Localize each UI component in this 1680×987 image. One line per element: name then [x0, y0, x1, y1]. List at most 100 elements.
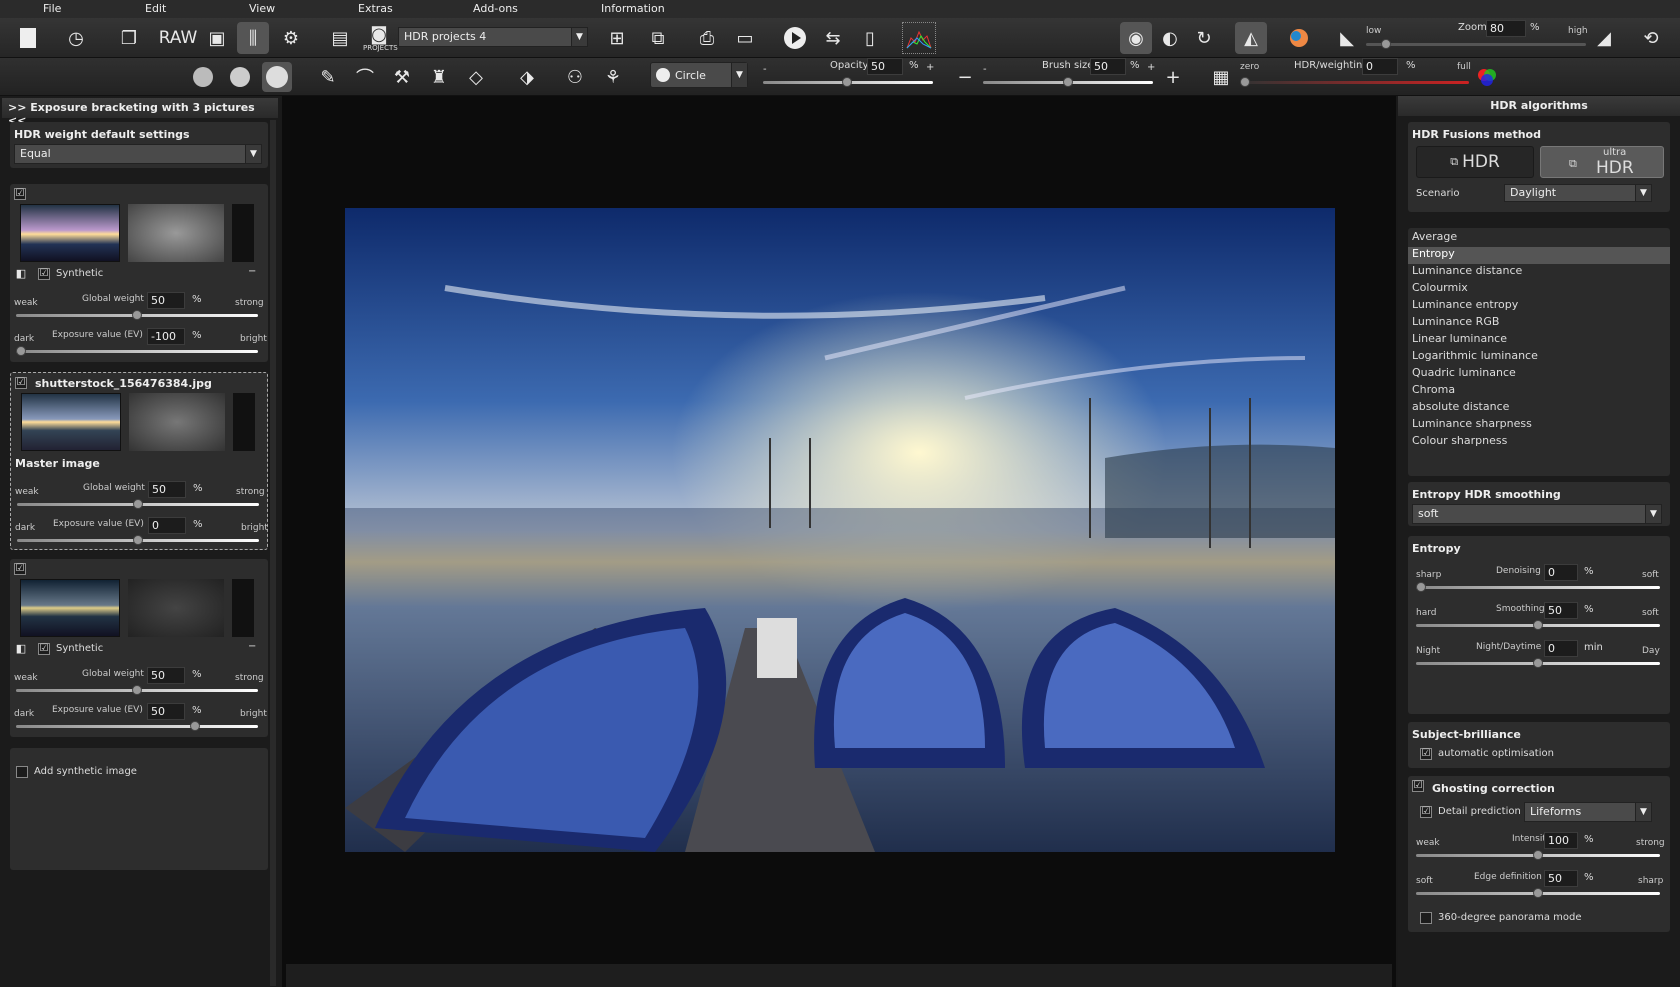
denoise-slider[interactable] — [1416, 586, 1660, 589]
tools-icon[interactable]: ⫼ — [237, 22, 269, 54]
rotate-compare-icon[interactable]: ◐ — [1155, 24, 1185, 52]
algorithm-item[interactable]: Quadric luminance — [1408, 366, 1670, 383]
gw3-knob[interactable] — [132, 685, 142, 695]
algorithm-item[interactable]: Chroma — [1408, 383, 1670, 400]
opacity-knob[interactable] — [842, 77, 852, 87]
preview-eye-icon[interactable]: ◉ — [1120, 22, 1152, 54]
menu-addons[interactable]: Add-ons — [473, 2, 518, 15]
algorithm-item[interactable]: Entropy — [1408, 247, 1670, 264]
new-file-icon[interactable] — [14, 24, 42, 52]
brush-icon[interactable]: ✎ — [315, 64, 341, 90]
algorithm-item[interactable]: Colourmix — [1408, 281, 1670, 298]
gw1-input[interactable]: 50 — [147, 292, 185, 309]
menu-view[interactable]: View — [249, 2, 275, 15]
hammer-icon[interactable]: ⚒ — [389, 64, 415, 90]
canvas-scrollbar[interactable] — [286, 964, 1392, 987]
minus-button[interactable]: − — [955, 64, 975, 90]
ev2-input[interactable]: 0 — [148, 517, 186, 534]
ultra-hdr-button[interactable]: ⧉ ultra HDR — [1540, 146, 1664, 178]
brush-small-icon[interactable] — [190, 64, 216, 90]
menu-extras[interactable]: Extras — [358, 2, 393, 15]
night-input[interactable]: 0 — [1544, 640, 1578, 657]
brush-size-input[interactable]: 50 — [1090, 58, 1126, 75]
layout-icon[interactable]: ⊞ — [601, 24, 633, 52]
info-icon[interactable]: ▯ — [856, 24, 884, 52]
detail-prediction-checkbox[interactable]: ☑ — [1420, 806, 1432, 818]
plus-button[interactable]: + — [1163, 64, 1183, 90]
default-settings-select[interactable]: Equal ▼ — [14, 144, 262, 164]
ev3-input[interactable]: 50 — [147, 703, 185, 720]
people-icon[interactable]: ⚇ — [562, 64, 588, 90]
hdr-preview-image[interactable] — [345, 208, 1335, 852]
images-icon[interactable]: ▣ — [201, 24, 233, 52]
night-knob[interactable] — [1533, 658, 1543, 668]
smoothing-select[interactable]: soft ▼ — [1412, 504, 1662, 524]
brush-medium-icon[interactable] — [227, 64, 253, 90]
scenario-select[interactable]: Daylight ▼ — [1504, 184, 1652, 202]
compare-icon[interactable]: ⇆ — [818, 24, 848, 52]
play-icon[interactable] — [779, 24, 811, 52]
hdr-mode-button[interactable]: ⧉ HDR — [1416, 146, 1534, 178]
synthetic-1-checkbox[interactable]: ☑ — [38, 268, 50, 280]
export-icon[interactable]: ⎙ — [693, 24, 721, 52]
save-icon[interactable]: ▤ — [326, 24, 354, 52]
auto-opt-checkbox[interactable]: ☑ — [1420, 748, 1432, 760]
menu-information[interactable]: Information — [601, 2, 665, 15]
histogram-icon[interactable] — [902, 22, 936, 54]
ev2-knob[interactable] — [133, 535, 143, 545]
batch-icon[interactable]: ⧉ — [644, 24, 672, 52]
image-3-toggle-icon[interactable]: ◧ — [14, 641, 28, 655]
synthetic-3-checkbox[interactable]: ☑ — [38, 643, 50, 655]
intensity-knob[interactable] — [1533, 850, 1543, 860]
detail-prediction-select[interactable]: Lifeforms ▼ — [1524, 802, 1652, 822]
zoom-high-icon[interactable]: ◢ — [1590, 24, 1618, 52]
zoom-slider-knob[interactable] — [1381, 39, 1391, 49]
ghosting-checkbox[interactable]: ☑ — [1412, 780, 1424, 792]
image-1-collapse-icon[interactable]: − — [248, 266, 256, 277]
zoom-input[interactable]: 80 — [1486, 20, 1526, 37]
algorithm-item[interactable]: Luminance entropy — [1408, 298, 1670, 315]
algorithm-item[interactable]: Luminance distance — [1408, 264, 1670, 281]
add-synthetic-checkbox[interactable] — [16, 766, 28, 778]
edge-knob[interactable] — [1533, 888, 1543, 898]
image-2-thumbnail[interactable] — [21, 393, 121, 451]
brush-large-icon[interactable] — [262, 62, 292, 92]
image-1-checkbox[interactable]: ☑ — [14, 188, 26, 200]
algorithm-item[interactable]: Luminance sharpness — [1408, 417, 1670, 434]
image-1-thumbnail[interactable] — [20, 204, 120, 262]
rgb-icon[interactable] — [1474, 64, 1500, 90]
menu-edit[interactable]: Edit — [145, 2, 166, 15]
recent-icon[interactable]: ◷ — [62, 24, 90, 52]
refresh-icon[interactable]: ↻ — [1190, 24, 1218, 52]
hdr-weighting-input[interactable]: 0 — [1362, 58, 1398, 75]
transform-icon[interactable]: ⟲ — [1636, 24, 1666, 52]
image-3-collapse-icon[interactable]: − — [248, 641, 256, 652]
fullscreen-icon[interactable]: ▭ — [730, 24, 760, 52]
left-scrollbar[interactable] — [270, 120, 276, 986]
eraser-icon[interactable]: ◇ — [463, 64, 489, 90]
project-select[interactable]: HDR projects 4 ▼ — [398, 27, 588, 47]
curve-icon[interactable]: ⌒ — [352, 64, 378, 90]
image-3-checkbox[interactable]: ☑ — [14, 563, 26, 575]
gw3-input[interactable]: 50 — [147, 667, 185, 684]
zoom-slider-track[interactable] — [1366, 43, 1586, 46]
projects-icon[interactable]: ◙ — [362, 22, 396, 46]
image-1-toggle-icon[interactable]: ◧ — [14, 266, 28, 280]
opacity-input[interactable]: 50 — [867, 58, 903, 75]
edge-input[interactable]: 50 — [1544, 870, 1578, 887]
algorithm-item[interactable]: Linear luminance — [1408, 332, 1670, 349]
denoise-knob[interactable] — [1416, 582, 1426, 592]
shape-select[interactable]: Circle ▼ — [650, 62, 748, 88]
algorithm-item[interactable]: absolute distance — [1408, 400, 1670, 417]
ev1-slider[interactable] — [16, 350, 258, 353]
figure-icon[interactable]: ⚘ — [600, 64, 626, 90]
smooth-input[interactable]: 50 — [1544, 602, 1578, 619]
brush-size-knob[interactable] — [1063, 77, 1073, 87]
ev3-slider[interactable] — [16, 725, 258, 728]
algorithm-item[interactable]: Luminance RGB — [1408, 315, 1670, 332]
algorithm-item[interactable]: Logarithmic luminance — [1408, 349, 1670, 366]
mirror-icon[interactable]: ◭ — [1235, 22, 1267, 54]
panorama-checkbox[interactable] — [1420, 912, 1432, 924]
hdr-weighting-knob[interactable] — [1240, 77, 1250, 87]
smooth-knob[interactable] — [1533, 620, 1543, 630]
